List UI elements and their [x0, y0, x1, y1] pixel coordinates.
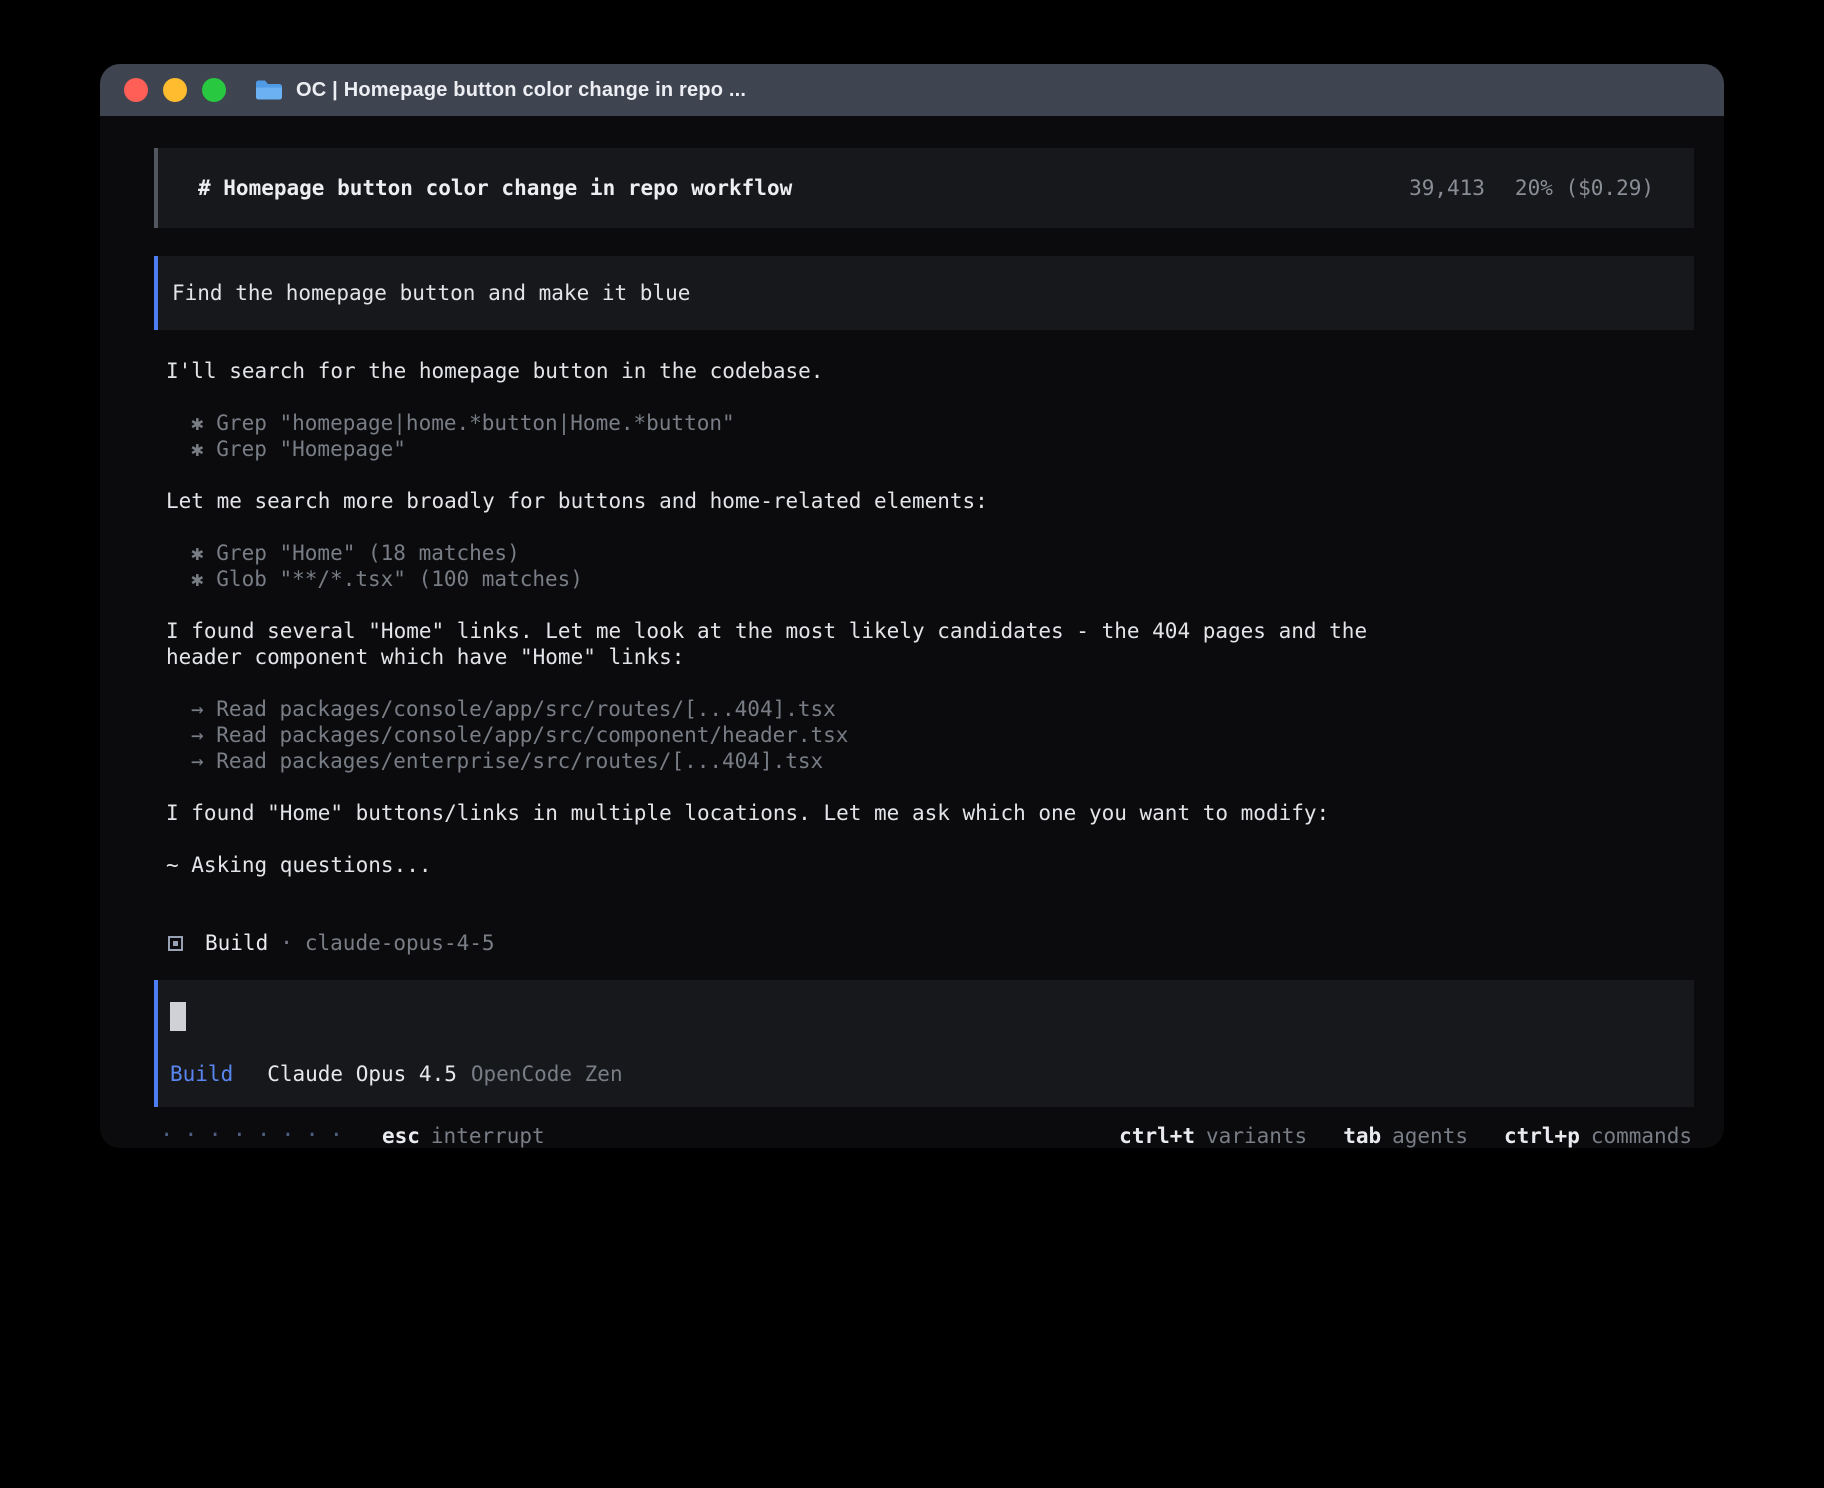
agent-model: claude-opus-4-5 — [305, 930, 495, 956]
session-header: # Homepage button color change in repo w… — [154, 148, 1694, 228]
footer-shortcut: ctrl+tvariants — [1119, 1123, 1307, 1148]
agent-mode-label[interactable]: Build — [170, 1061, 233, 1087]
context-usage: 20% ($0.29) — [1515, 175, 1654, 201]
tool-call-line: → Read packages/enterprise/src/routes/[.… — [154, 748, 1386, 774]
tool-call-line: ✱ Grep "Home" (18 matches) — [154, 540, 1386, 566]
prompt-input[interactable]: Build Claude Opus 4.5 OpenCode Zen — [154, 980, 1694, 1107]
text-cursor — [170, 1002, 186, 1031]
user-message-text: Find the homepage button and make it blu… — [172, 281, 690, 305]
tool-call-line: ✱ Glob "**/*.tsx" (100 matches) — [154, 566, 1386, 592]
footer-shortcut: tabagents — [1343, 1123, 1468, 1148]
agent-icon — [168, 936, 183, 951]
model-name[interactable]: Claude Opus 4.5 — [267, 1061, 457, 1087]
agent-separator: · — [280, 930, 293, 956]
window-controls — [124, 78, 226, 102]
footer-shortcuts: ctrl+tvariants tabagents ctrl+pcommands — [1119, 1123, 1692, 1148]
esc-action: interrupt — [431, 1124, 545, 1148]
tool-call-line: → Read packages/console/app/src/routes/[… — [154, 696, 1386, 722]
session-title: # Homepage button color change in repo w… — [198, 175, 792, 201]
assistant-message: I found "Home" buttons/links in multiple… — [154, 800, 1386, 826]
folder-icon — [254, 78, 284, 102]
model-provider: OpenCode Zen — [471, 1061, 623, 1087]
agent-name: Build — [205, 930, 268, 956]
assistant-message: Let me search more broadly for buttons a… — [154, 488, 1386, 514]
session-stats: 39,413 20% ($0.29) — [1409, 175, 1654, 201]
user-message: Find the homepage button and make it blu… — [154, 256, 1694, 330]
zoom-button[interactable] — [202, 78, 226, 102]
tool-call-line: ✱ Grep "Homepage" — [154, 436, 1386, 462]
status-bar: ········ esc interrupt ctrl+tvariants taba… — [154, 1123, 1694, 1148]
tool-call-line: → Read packages/console/app/src/componen… — [154, 722, 1386, 748]
assistant-message: I'll search for the homepage button in t… — [154, 358, 1386, 384]
window-titlebar[interactable]: OC | Homepage button color change in rep… — [100, 64, 1724, 116]
assistant-message: ~ Asking questions... — [154, 852, 1386, 878]
close-button[interactable] — [124, 78, 148, 102]
spacer — [154, 956, 1694, 980]
esc-shortcut: esc interrupt — [382, 1123, 545, 1148]
terminal-window: OC | Homepage button color change in rep… — [100, 64, 1724, 1148]
esc-key: esc — [382, 1124, 420, 1148]
input-meta: Build Claude Opus 4.5 OpenCode Zen — [170, 1061, 1680, 1087]
progress-dots: ········ — [160, 1123, 354, 1148]
agent-status-line: Build · claude-opus-4-5 — [154, 930, 1694, 956]
footer-shortcut: ctrl+pcommands — [1504, 1123, 1692, 1148]
minimize-button[interactable] — [163, 78, 187, 102]
tool-call-line: ✱ Grep "homepage|home.*button|Home.*butt… — [154, 410, 1386, 436]
terminal-content: # Homepage button color change in repo w… — [100, 116, 1724, 1148]
assistant-message: I found several "Home" links. Let me loo… — [154, 618, 1386, 670]
token-count: 39,413 — [1409, 175, 1485, 201]
status-bar-left: ········ esc interrupt — [160, 1123, 545, 1148]
conversation: I'll search for the homepage button in t… — [154, 358, 1694, 904]
window-title: OC | Homepage button color change in rep… — [296, 79, 746, 102]
